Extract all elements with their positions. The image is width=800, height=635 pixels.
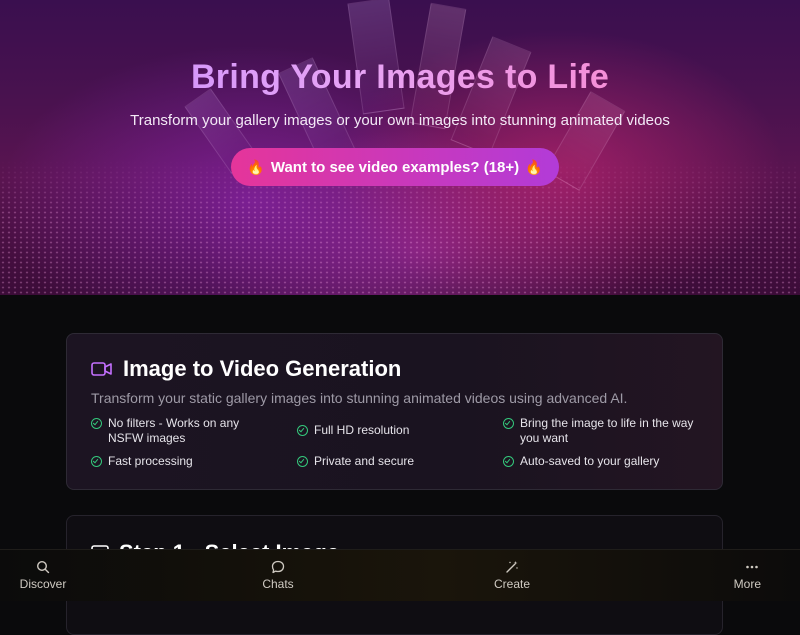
nav-label: Create [493,577,531,591]
check-icon [91,456,102,467]
feature-label: Private and secure [314,454,415,468]
feature-item: Full HD resolution [297,423,497,438]
feature-card: Image to Video Generation Transform your… [66,333,723,490]
more-dots-icon [746,565,758,569]
hero-subtitle: Transform your gallery images or your ow… [130,112,670,129]
nav-label: More [733,577,761,591]
nav-item-chats[interactable]: Chats [86,550,470,601]
check-icon [503,456,514,467]
nav-item-more[interactable]: More [554,550,800,601]
bottom-nav: Discover Chats Create More [0,549,800,601]
video-examples-label: Want to see video examples? (18+) [270,158,520,176]
check-icon [503,418,514,429]
feature-item: No filters - Works on any NSFW images [91,416,266,446]
check-icon [297,456,308,467]
hero-banner: Bring Your Images to Life Transform your… [0,0,800,295]
feature-item: Bring the image to life in the way you w… [503,416,703,446]
feature-item: Private and secure [297,454,497,469]
feature-label: Full HD resolution [314,423,410,437]
feature-label: Fast processing [108,454,193,468]
nav-label: Chats [262,577,294,591]
feature-label: Bring the image to life in the way you w… [520,416,694,445]
nav-item-discover[interactable]: Discover [0,550,86,601]
chat-icon [271,560,285,574]
nav-label: Discover [19,577,67,591]
nav-item-create[interactable]: Create [470,550,554,601]
magic-wand-icon [506,561,518,573]
feature-label: No filters - Works on any NSFW images [108,416,240,445]
hero-title: Bring Your Images to Life [0,58,800,97]
feature-item: Fast processing [91,454,291,469]
video-camera-icon [91,362,112,376]
video-examples-button[interactable]: 🔥 Want to see video examples? (18+) 🔥 [231,148,559,186]
feature-item: Auto-saved to your gallery [503,454,703,469]
feature-label: Auto-saved to your gallery [520,454,660,468]
feature-card-description: Transform your static gallery images int… [91,390,628,406]
check-icon [297,425,308,436]
feature-card-header: Image to Video Generation [91,356,401,382]
fire-icon: 🔥 [247,158,265,175]
feature-card-title: Image to Video Generation [123,356,402,381]
fire-icon: 🔥 [525,158,543,175]
check-icon [91,418,102,429]
search-icon [36,560,50,574]
